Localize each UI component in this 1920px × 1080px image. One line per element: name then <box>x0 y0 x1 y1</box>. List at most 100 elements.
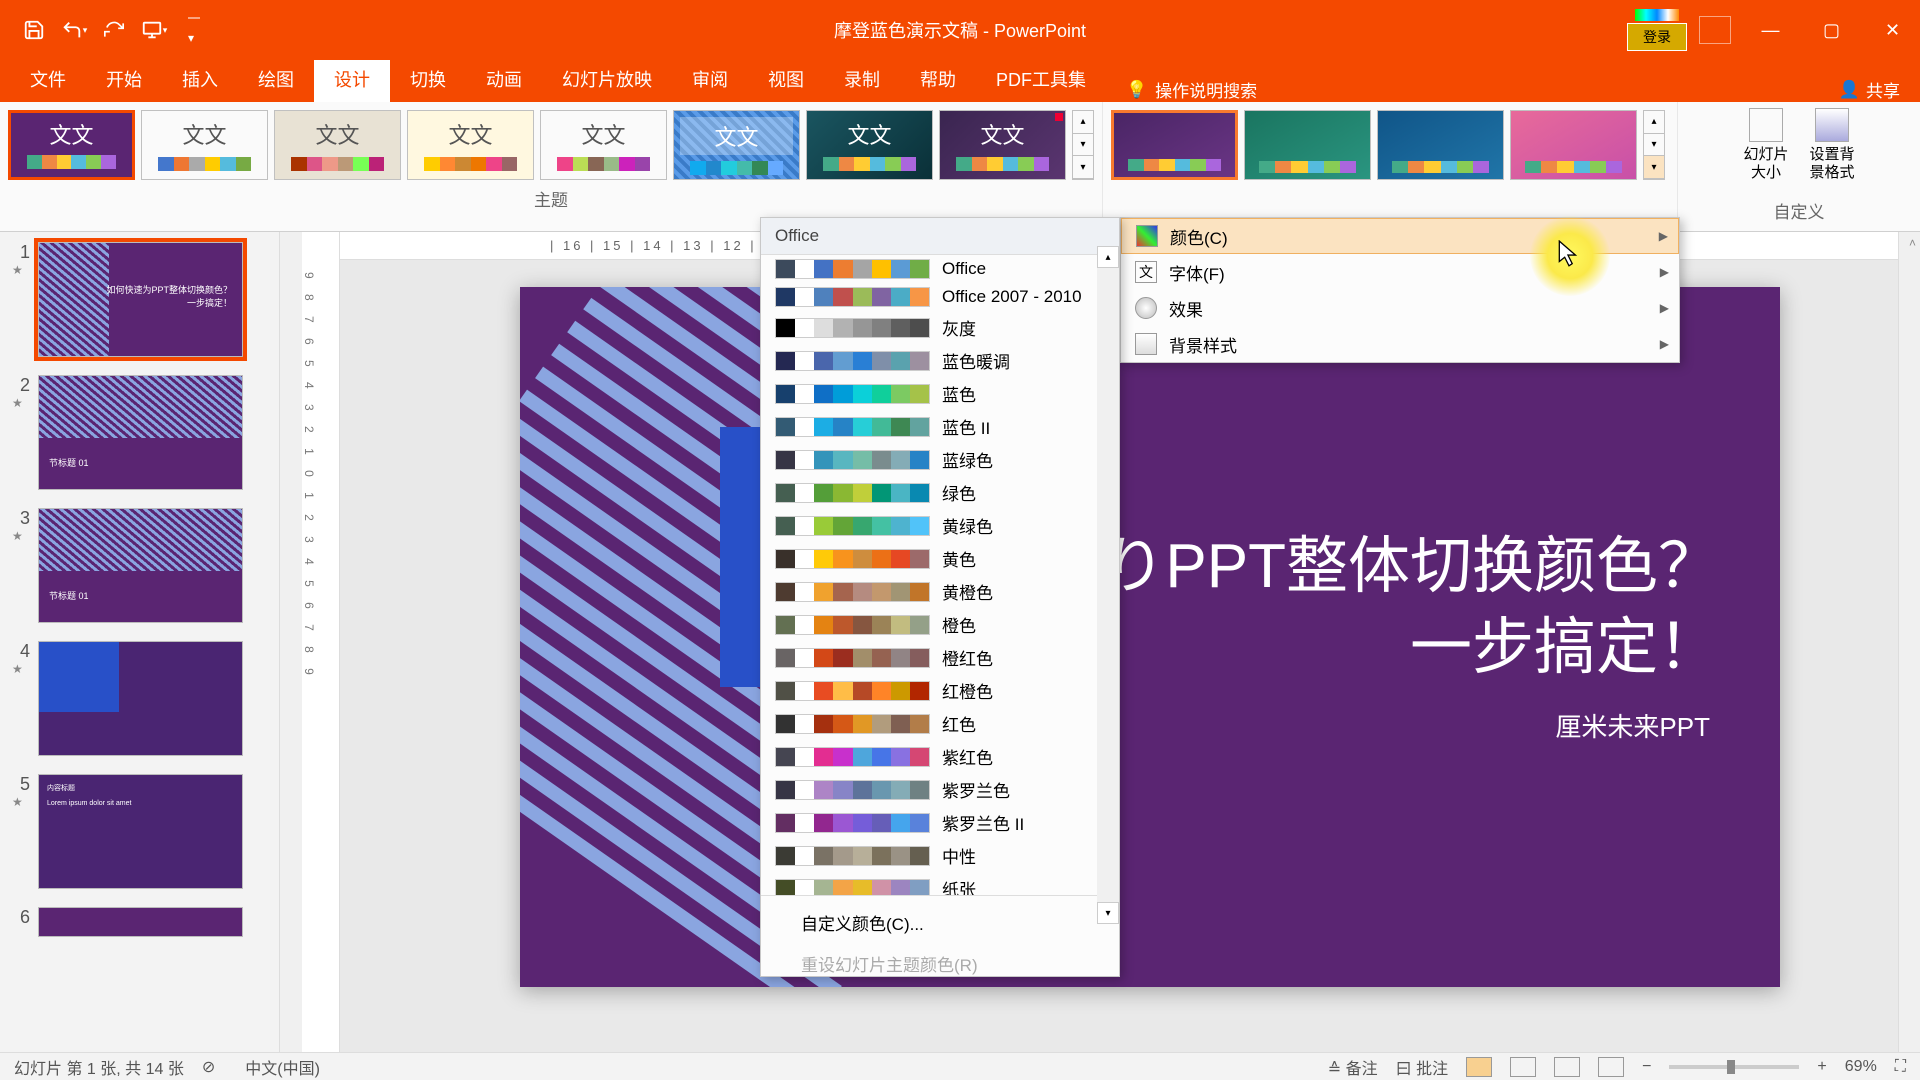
color-theme-item[interactable]: 中性 <box>761 839 1119 872</box>
tab-record[interactable]: 录制 <box>824 56 900 102</box>
color-theme-item[interactable]: 蓝色 II <box>761 410 1119 443</box>
normal-view-button[interactable] <box>1466 1057 1492 1077</box>
color-swatch-row <box>775 351 930 371</box>
comments-button[interactable]: 曰 批注 <box>1396 1055 1448 1079</box>
tab-view[interactable]: 视图 <box>748 56 824 102</box>
color-theme-item[interactable]: Office 2007 - 2010 <box>761 283 1119 311</box>
zoom-out-button[interactable]: − <box>1642 1058 1651 1076</box>
redo-button[interactable] <box>100 16 128 44</box>
color-theme-item[interactable]: 红色 <box>761 707 1119 740</box>
share-button[interactable]: 👤 共享 <box>1839 77 1900 102</box>
tab-pdf[interactable]: PDF工具集 <box>976 56 1106 102</box>
slide-canvas[interactable]: りPPT整体切换颜色？一步搞定！ 厘米未来PPT <box>520 287 1780 987</box>
tab-draw[interactable]: 绘图 <box>238 56 314 102</box>
notes-button[interactable]: ≙ 备注 <box>1328 1055 1378 1079</box>
minimize-button[interactable]: — <box>1743 3 1798 58</box>
tab-home[interactable]: 开始 <box>86 56 162 102</box>
color-theme-item[interactable]: 绿色 <box>761 476 1119 509</box>
title-bar: ▾ ▾ ⎺▾ 摩登蓝色演示文稿 - PowerPoint 登录 — ▢ ✕ <box>0 0 1920 60</box>
theme-thumb-7[interactable]: 文文 <box>806 110 933 180</box>
theme-thumb-1[interactable]: 文文 <box>8 110 135 180</box>
variant-gallery-spinner[interactable]: ▴▾▾ <box>1643 110 1665 180</box>
sorter-view-button[interactable] <box>1510 1057 1536 1077</box>
color-theme-item[interactable]: 纸张 <box>761 872 1119 895</box>
tab-file[interactable]: 文件 <box>10 56 86 102</box>
slide-thumb-5[interactable]: 内容标题Lorem ipsum dolor sit amet <box>38 774 243 889</box>
slide-subtitle[interactable]: 厘米未来PPT <box>1555 707 1710 744</box>
theme-thumb-2[interactable]: 文文 <box>141 110 268 180</box>
color-swatch-row <box>775 516 930 536</box>
color-theme-item[interactable]: 红橙色 <box>761 674 1119 707</box>
window-title: 摩登蓝色演示文稿 - PowerPoint <box>834 17 1086 43</box>
tab-slideshow[interactable]: 幻灯片放映 <box>542 56 672 102</box>
color-theme-item[interactable]: 黄绿色 <box>761 509 1119 542</box>
theme-gallery-spinner[interactable]: ▴▾▾ <box>1072 110 1094 180</box>
variant-colors-menu[interactable]: 颜色(C)▶ <box>1121 218 1679 254</box>
slide-thumb-2[interactable]: 节标题 01 <box>38 375 243 490</box>
variant-fonts-menu[interactable]: 文字体(F)▶ <box>1121 254 1679 290</box>
slideshow-view-button[interactable] <box>1598 1057 1624 1077</box>
slide-thumb-1[interactable]: 如何快速为PPT整体切换颜色？一步搞定！ <box>38 242 243 357</box>
undo-button[interactable]: ▾ <box>60 16 88 44</box>
color-theme-item[interactable]: 蓝绿色 <box>761 443 1119 476</box>
maximize-button[interactable]: ▢ <box>1804 3 1859 58</box>
slide-size-button[interactable]: 幻灯片大小 <box>1737 108 1795 182</box>
color-theme-item[interactable]: Office <box>761 255 1119 283</box>
color-theme-item[interactable]: 蓝色暖调 <box>761 344 1119 377</box>
qat-customize-button[interactable]: ⎺▾ <box>180 16 208 44</box>
tab-transitions[interactable]: 切换 <box>390 56 466 102</box>
reading-view-button[interactable] <box>1554 1057 1580 1077</box>
variant-thumb-1[interactable] <box>1111 110 1238 180</box>
collapse-ribbon-button[interactable]: ˄ <box>1909 236 1916 250</box>
theme-thumb-5[interactable]: 文文 <box>540 110 667 180</box>
theme-thumb-6[interactable]: 文文 <box>673 110 800 180</box>
format-background-button[interactable]: 设置背景格式 <box>1803 108 1861 182</box>
theme-thumb-8[interactable]: 文文 <box>939 110 1066 180</box>
tab-animations[interactable]: 动画 <box>466 56 542 102</box>
color-swatch-row <box>775 648 930 668</box>
slide-thumb-3[interactable]: 节标题 01 <box>38 508 243 623</box>
fit-window-button[interactable]: ⛶ <box>1895 1058 1906 1076</box>
start-slideshow-button[interactable]: ▾ <box>140 16 168 44</box>
reset-theme-colors-command[interactable]: 重设幻灯片主题颜色(R) <box>761 943 1119 984</box>
variant-effects-menu[interactable]: 效果▶ <box>1121 290 1679 326</box>
color-theme-item[interactable]: 紫红色 <box>761 740 1119 773</box>
zoom-in-button[interactable]: + <box>1817 1058 1826 1076</box>
thumbs-scrollbar[interactable] <box>280 232 302 1052</box>
theme-thumb-3[interactable]: 文文 <box>274 110 401 180</box>
custom-colors-command[interactable]: 自定义颜色(C)... <box>761 902 1119 943</box>
color-theme-item[interactable]: 紫罗兰色 II <box>761 806 1119 839</box>
theme-thumb-4[interactable]: 文文 <box>407 110 534 180</box>
tell-me-search[interactable]: 💡 操作说明搜索 <box>1126 77 1257 102</box>
variant-thumb-2[interactable] <box>1244 110 1371 180</box>
color-theme-item[interactable]: 黄橙色 <box>761 575 1119 608</box>
close-button[interactable]: ✕ <box>1865 3 1920 58</box>
tab-review[interactable]: 审阅 <box>672 56 748 102</box>
save-button[interactable] <box>20 16 48 44</box>
thumb-number: 1 <box>12 242 30 263</box>
variant-thumb-4[interactable] <box>1510 110 1637 180</box>
color-theme-item[interactable]: 黄色 <box>761 542 1119 575</box>
slide-counter: 幻灯片 第 1 张, 共 14 张 <box>14 1055 184 1079</box>
variant-thumb-3[interactable] <box>1377 110 1504 180</box>
tab-help[interactable]: 帮助 <box>900 56 976 102</box>
login-button[interactable]: 登录 <box>1627 23 1687 51</box>
slide-thumbnails-panel[interactable]: 1★如何快速为PPT整体切换颜色？一步搞定！ 2★节标题 01 3★节标题 01… <box>0 232 280 1052</box>
color-theme-item[interactable]: 紫罗兰色 <box>761 773 1119 806</box>
slide-title[interactable]: りPPT整体切换颜色？一步搞定！ <box>1103 527 1720 688</box>
color-theme-item[interactable]: 蓝色 <box>761 377 1119 410</box>
zoom-level[interactable]: 69% <box>1845 1058 1877 1076</box>
color-flyout-scrollbar[interactable]: ▴▾ <box>1097 246 1119 924</box>
variant-bgstyles-menu[interactable]: 背景样式▶ <box>1121 326 1679 362</box>
zoom-slider[interactable] <box>1669 1065 1799 1069</box>
slide-thumb-6[interactable] <box>38 907 243 937</box>
display-options-button[interactable] <box>1699 16 1731 44</box>
canvas-vertical-scrollbar[interactable] <box>1898 232 1920 1052</box>
slide-thumb-4[interactable] <box>38 641 243 756</box>
color-theme-item[interactable]: 灰度 <box>761 311 1119 344</box>
color-theme-item[interactable]: 橙色 <box>761 608 1119 641</box>
tab-design[interactable]: 设计 <box>314 56 390 102</box>
language-indicator[interactable]: 中文(中国) <box>245 1055 320 1079</box>
color-theme-item[interactable]: 橙红色 <box>761 641 1119 674</box>
tab-insert[interactable]: 插入 <box>162 56 238 102</box>
